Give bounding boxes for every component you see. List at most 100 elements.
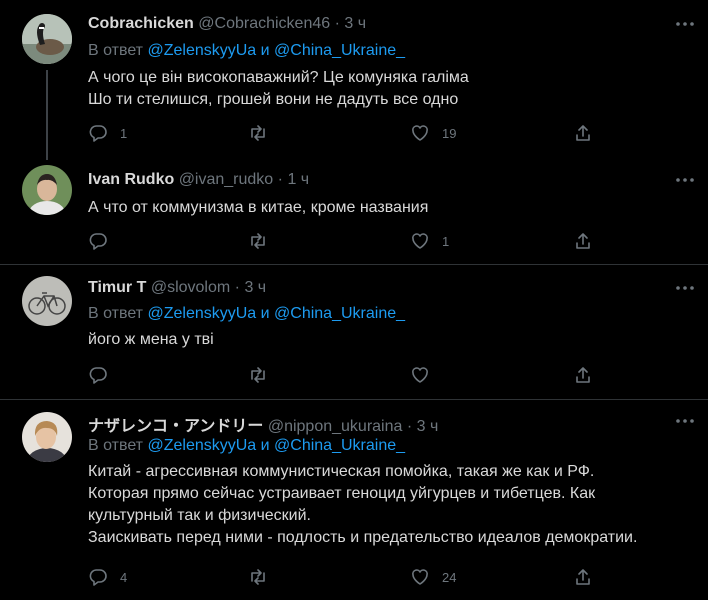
tweet-timestamp[interactable]: 3 ч: [417, 418, 439, 435]
retweet-icon: [251, 367, 265, 383]
tweet-text-line: А что от коммунизма в китае, кроме назва…: [88, 199, 429, 216]
mention-link[interactable]: @China_Ukraine_: [274, 437, 405, 454]
like-count: 1: [442, 233, 450, 249]
tweet-text-line: культурный так и физический.: [88, 507, 311, 524]
tweet-actions: 1 19: [88, 122, 608, 144]
more-options-button[interactable]: [674, 13, 696, 35]
tweet-actions: 1: [88, 230, 608, 252]
like-button[interactable]: 19: [410, 122, 456, 144]
separator-dot: ·: [234, 279, 240, 296]
tweet-timestamp[interactable]: 3 ч: [344, 15, 366, 32]
tweet-timestamp[interactable]: 3 ч: [244, 279, 266, 296]
tweet-cobrachicken[interactable]: Cobrachicken @Cobrachicken46 · 3 ч В отв…: [0, 0, 708, 160]
tweet-text: А что от коммунизма в китае, кроме назва…: [88, 197, 428, 219]
more-dots-icon: [676, 22, 694, 26]
thread-connector-line: [46, 70, 48, 160]
tweet-text-line: Которая прямо сейчас устраивает геноцид …: [88, 485, 596, 502]
author-handle[interactable]: @slovolom: [151, 279, 230, 296]
more-options-button[interactable]: [674, 410, 696, 432]
share-button[interactable]: [573, 122, 593, 144]
reply-icon: [89, 233, 107, 250]
retweet-button[interactable]: [248, 566, 280, 588]
tweet-timur-t[interactable]: Timur T @slovolom · 3 ч В ответ @Zelensk…: [0, 265, 708, 400]
share-button[interactable]: [573, 230, 593, 252]
reply-context: В ответ @ZelenskyyUa и @China_Ukraine_: [88, 42, 405, 60]
like-button[interactable]: 1: [410, 230, 449, 252]
reply-button[interactable]: 4: [88, 566, 127, 588]
avatar-bicycle-image: [22, 276, 72, 326]
author-handle[interactable]: @Cobrachicken46: [198, 15, 330, 32]
share-icon: [576, 367, 590, 383]
share-icon: [576, 569, 590, 585]
like-count: 24: [442, 569, 457, 585]
more-options-button[interactable]: [674, 277, 696, 299]
tweet-header: ナザレンコ・アンドリー @nippon_ukuraina · 3 ч: [88, 412, 438, 436]
share-button[interactable]: [573, 364, 593, 386]
author-handle[interactable]: @nippon_ukuraina: [268, 418, 403, 435]
separator-dot: ·: [406, 418, 413, 435]
like-button[interactable]: [410, 364, 442, 386]
tweet-text-line: А чого це він високопаважний? Це комуняк…: [88, 69, 469, 86]
retweet-button[interactable]: [248, 364, 280, 386]
separator-dot: ·: [277, 171, 283, 188]
author-name[interactable]: Ivan Rudko: [88, 171, 174, 188]
share-icon: [576, 233, 590, 249]
like-heart-icon: [412, 233, 428, 249]
retweet-icon: [251, 569, 265, 585]
mention-link[interactable]: @China_Ukraine_: [274, 305, 405, 322]
mention-link[interactable]: @ZelenskyyUa: [147, 305, 256, 322]
reply-prefix: В ответ: [88, 305, 144, 322]
reply-icon: [89, 125, 107, 142]
reply-context: В ответ @ZelenskyyUa и @China_Ukraine_: [88, 305, 405, 323]
mention-conjunction: и: [260, 42, 270, 59]
tweet-ivan-rudko[interactable]: Ivan Rudko @ivan_rudko · 1 ч А что от ко…: [0, 155, 708, 265]
tweet-header: Ivan Rudko @ivan_rudko · 1 ч: [88, 171, 309, 189]
mention-link[interactable]: @ZelenskyyUa: [147, 42, 256, 59]
reply-count: 1: [120, 125, 128, 141]
tweet-actions: [88, 364, 608, 386]
author-name[interactable]: ナザレンコ・アンドリー: [88, 418, 263, 435]
like-heart-icon: [412, 125, 428, 141]
tweet-header: Cobrachicken @Cobrachicken46 · 3 ч: [88, 15, 366, 33]
tweet-text-line: Заискивать перед ними - подлость и преда…: [88, 529, 638, 546]
retweet-button[interactable]: [248, 230, 280, 252]
avatar[interactable]: [22, 412, 72, 462]
mention-link[interactable]: @China_Ukraine_: [274, 42, 405, 59]
like-button[interactable]: 24: [410, 566, 456, 588]
avatar[interactable]: [22, 165, 72, 215]
like-count: 19: [442, 125, 457, 141]
reply-icon: [89, 569, 107, 586]
avatar-person-image: [22, 165, 72, 215]
reply-prefix: В ответ: [88, 437, 144, 454]
author-name[interactable]: Timur T: [88, 279, 146, 296]
like-heart-icon: [412, 367, 428, 383]
share-icon: [576, 125, 590, 141]
share-button[interactable]: [573, 566, 593, 588]
more-dots-icon: [676, 178, 694, 182]
reply-icon: [89, 367, 107, 384]
like-heart-icon: [412, 569, 428, 585]
retweet-button[interactable]: [248, 122, 280, 144]
reply-button[interactable]: [88, 230, 120, 252]
mention-conjunction: и: [260, 305, 270, 322]
author-name[interactable]: Cobrachicken: [88, 15, 194, 32]
avatar[interactable]: [22, 14, 72, 64]
reply-button[interactable]: 1: [88, 122, 127, 144]
retweet-icon: [251, 125, 265, 141]
reply-count: 4: [120, 569, 128, 585]
reply-prefix: В ответ: [88, 42, 144, 59]
tweet-actions: 4 24: [88, 566, 608, 588]
author-handle[interactable]: @ivan_rudko: [179, 171, 274, 188]
mention-conjunction: и: [260, 437, 270, 454]
more-dots-icon: [676, 419, 694, 423]
tweet-text: А чого це він високопаважний? Це комуняк…: [88, 67, 469, 111]
tweet-text-line: Китай - агрессивная коммунистическая пом…: [88, 463, 595, 480]
more-dots-icon: [676, 286, 694, 290]
retweet-icon: [251, 233, 265, 249]
avatar[interactable]: [22, 276, 72, 326]
reply-button[interactable]: [88, 364, 120, 386]
tweet-timestamp[interactable]: 1 ч: [287, 171, 309, 188]
mention-link[interactable]: @ZelenskyyUa: [147, 437, 256, 454]
tweet-nazarenko-andrii[interactable]: ナザレンコ・アンドリー @nippon_ukuraina · 3 ч В отв…: [0, 400, 708, 600]
more-options-button[interactable]: [674, 169, 696, 191]
